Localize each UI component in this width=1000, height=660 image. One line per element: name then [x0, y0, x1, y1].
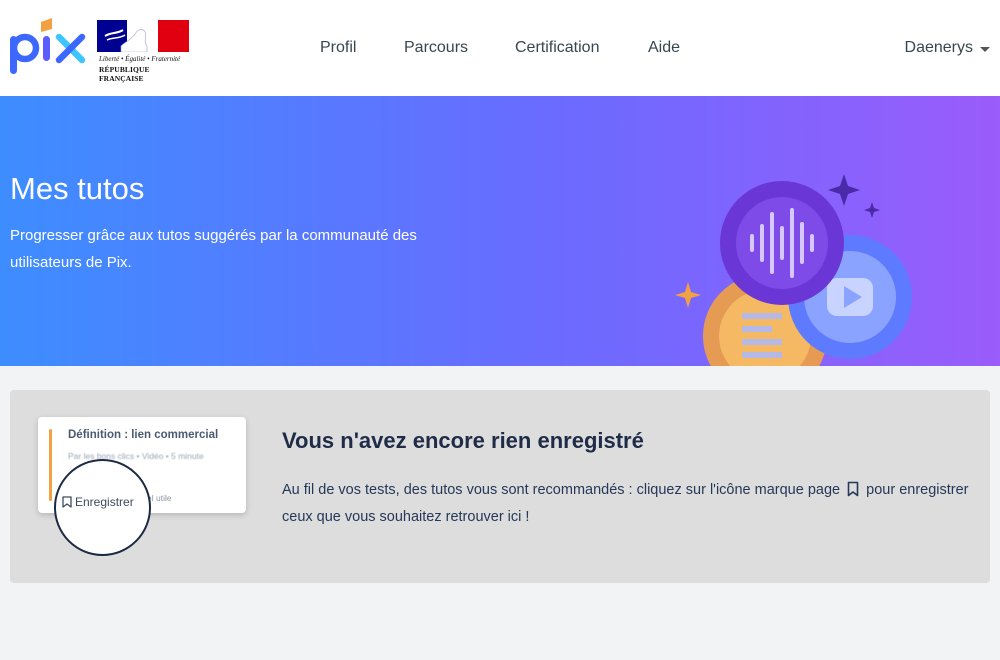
user-menu[interactable]: Daenerys [905, 39, 990, 57]
pix-logo[interactable] [10, 18, 86, 76]
tutorial-accent-bar [49, 429, 52, 501]
nav-item-aide[interactable]: Aide [648, 39, 680, 57]
republic-motto: Liberté • Égalité • Fraternité [99, 55, 181, 63]
bookmark-icon [62, 496, 72, 508]
page-description: Progresser grâce aux tutos suggérés par … [10, 227, 417, 271]
republique-francaise-logo: Liberté • Égalité • Fraternité RÉPUBLIQU… [97, 18, 193, 83]
nav-item-parcours[interactable]: Parcours [404, 39, 468, 57]
hero-banner: Mes tutos Progresser grâce aux tutos sug… [0, 96, 1000, 366]
magnified-save-button: Enregistrer [54, 459, 151, 556]
sample-tutorial-title: Définition : lien commercial [68, 429, 219, 441]
empty-tutorials-card: Définition : lien commercial Par les bon… [10, 390, 990, 583]
tutorials-illustration-icon [675, 174, 912, 366]
page-title: Mes tutos [10, 171, 145, 206]
save-label: Enregistrer [75, 495, 134, 509]
bookmark-icon [847, 481, 859, 497]
save-bookmark-button: Enregistrer [62, 495, 134, 509]
empty-state-text-before: Au fil de vos tests, des tutos vous sont… [282, 482, 841, 498]
marianne-flag-icon [97, 20, 189, 52]
nav-item-certification[interactable]: Certification [515, 39, 599, 57]
republic-name: RÉPUBLIQUE FRANÇAISE [99, 65, 150, 83]
empty-state-text: Au fil de vos tests, des tutos vous sont… [282, 477, 972, 531]
nav-item-profil[interactable]: Profil [320, 39, 356, 57]
top-header: Liberté • Égalité • Fraternité RÉPUBLIQU… [0, 0, 1000, 96]
empty-state-title: Vous n'avez encore rien enregistré [282, 428, 644, 453]
chevron-down-icon [980, 46, 990, 52]
user-name: Daenerys [904, 39, 973, 56]
sample-tutorial-meta: Par les bons clics • Vidéo • 5 minute [68, 451, 204, 461]
